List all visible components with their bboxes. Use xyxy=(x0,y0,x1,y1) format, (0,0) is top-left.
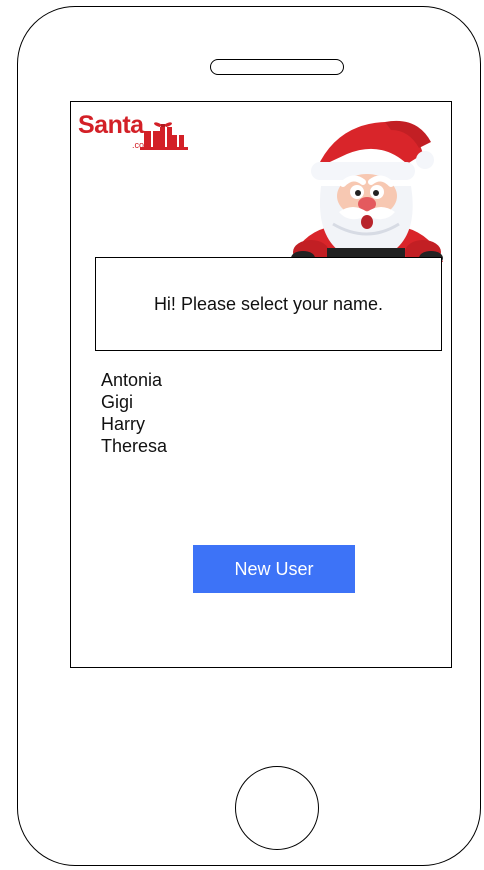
logo-text: Santa xyxy=(78,111,144,139)
user-name-item[interactable]: Gigi xyxy=(101,391,167,413)
santa-illustration xyxy=(291,120,443,262)
user-name-item[interactable]: Antonia xyxy=(101,369,167,391)
user-name-item[interactable]: Harry xyxy=(101,413,167,435)
new-user-button[interactable]: New User xyxy=(193,545,355,593)
user-name-list: Antonia Gigi Harry Theresa xyxy=(101,369,167,457)
user-name-item[interactable]: Theresa xyxy=(101,435,167,457)
phone-speaker xyxy=(210,59,344,75)
app-screen: Santa .com Hi! Please select your name. … xyxy=(70,101,452,668)
gift-icon xyxy=(140,122,188,150)
home-button[interactable] xyxy=(235,766,319,850)
greeting-box: Hi! Please select your name. xyxy=(95,257,442,351)
greeting-text: Hi! Please select your name. xyxy=(153,293,384,314)
santa-logo[interactable]: Santa .com xyxy=(78,111,190,153)
